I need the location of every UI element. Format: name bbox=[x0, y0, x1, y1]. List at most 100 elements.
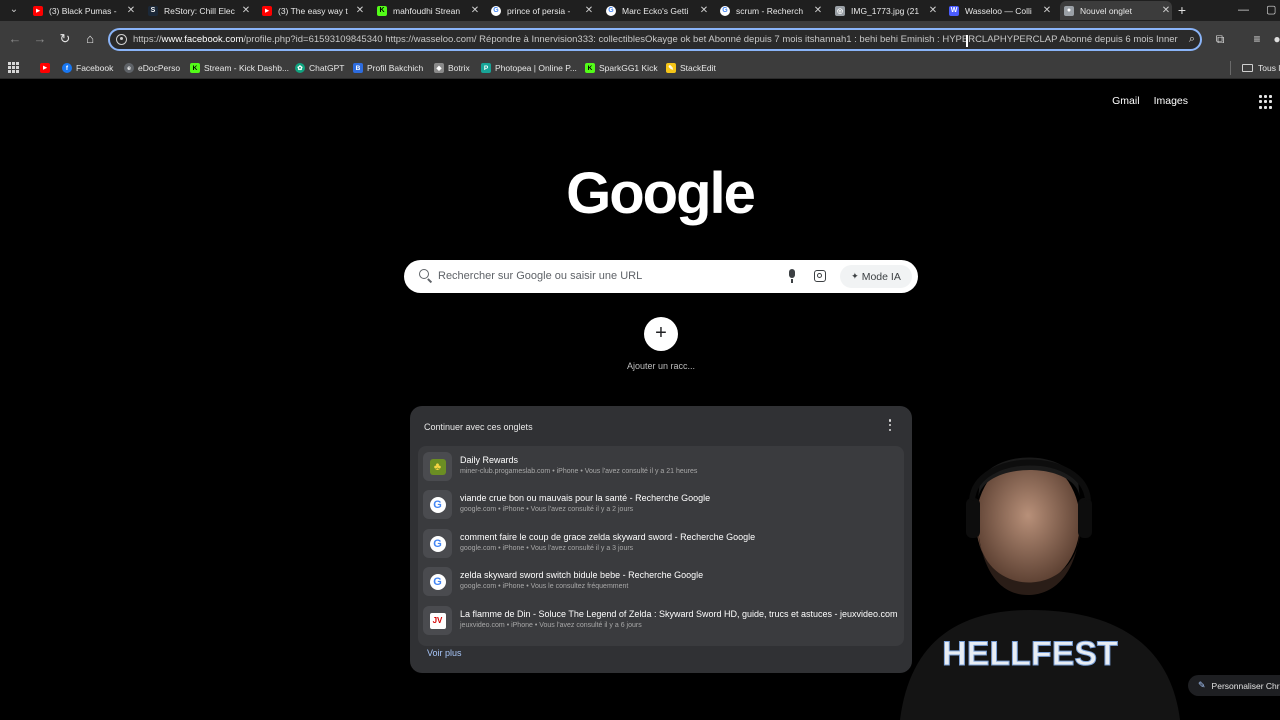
minimize-button[interactable]: — bbox=[1238, 2, 1249, 18]
all-bookmarks-label: Tous les favoris bbox=[1258, 63, 1280, 73]
google-apps-icon[interactable] bbox=[1259, 95, 1273, 109]
close-tab-icon[interactable]: ✕ bbox=[240, 5, 252, 16]
youtube-icon: ▶ bbox=[262, 5, 272, 16]
tab-0[interactable]: ▶ (3) Black Pumas - ✕ bbox=[33, 1, 137, 20]
tab-5[interactable]: G Marc Ecko's Getti ✕ bbox=[606, 1, 710, 20]
bookmark-0[interactable]: ▶ bbox=[40, 60, 54, 76]
bookmarks-separator bbox=[1230, 61, 1231, 75]
bookmark-label: Botrix bbox=[448, 63, 470, 73]
profile-avatar[interactable]: ● bbox=[1272, 30, 1280, 48]
close-tab-icon[interactable]: ✕ bbox=[1041, 5, 1053, 16]
site-info-icon[interactable] bbox=[116, 34, 127, 45]
url-rest: /profile.php?id=61593109845340 https://w… bbox=[243, 34, 1178, 45]
tab-8[interactable]: W Wasseloo — Colli ✕ bbox=[949, 1, 1053, 20]
chrome-icon: ● bbox=[1064, 5, 1074, 16]
search-tabs-icon[interactable]: ⌕ bbox=[1189, 33, 1195, 46]
add-shortcut-label[interactable]: Ajouter un racc... bbox=[610, 361, 712, 371]
close-tab-icon[interactable]: ✕ bbox=[927, 5, 939, 16]
continue-tab-title: viande crue bon ou mauvais pour la santé… bbox=[460, 493, 711, 503]
extensions-icon[interactable]: ⧉ bbox=[1211, 30, 1229, 48]
media-controls-icon[interactable]: ≡ bbox=[1248, 30, 1266, 48]
bookmark-label: Photopea | Online P... bbox=[495, 63, 577, 73]
close-tab-icon[interactable]: ✕ bbox=[469, 5, 481, 16]
close-tab-icon[interactable]: ✕ bbox=[125, 5, 137, 16]
tab-title: IMG_1773.jpg (21 bbox=[851, 5, 920, 16]
tab-9[interactable]: ● Nouvel onglet ✕ bbox=[1060, 1, 1172, 20]
home-button[interactable]: ⌂ bbox=[81, 30, 99, 48]
tab-2[interactable]: ▶ (3) The easy way t ✕ bbox=[262, 1, 366, 20]
close-tab-icon[interactable]: ✕ bbox=[583, 5, 595, 16]
tab-4[interactable]: Gprince of persia - ✕ bbox=[491, 1, 595, 20]
customize-chrome-button[interactable]: ✎ Personnaliser Chrome bbox=[1188, 675, 1280, 696]
bookmark-label: eDocPerso bbox=[138, 63, 181, 73]
bookmark-5[interactable]: B Profil Bakchich bbox=[353, 60, 423, 76]
back-button[interactable]: ← bbox=[6, 30, 24, 48]
continue-tab-item[interactable]: Gzelda skyward sword switch bidule bebe … bbox=[418, 562, 904, 600]
address-bar-text[interactable]: https://www.facebook.com/profile.php?id=… bbox=[133, 34, 1178, 46]
bookmark-1[interactable]: f Facebook bbox=[62, 60, 113, 76]
continue-tab-item[interactable]: Gviande crue bon ou mauvais pour la sant… bbox=[418, 485, 904, 523]
tab-strip: ⌄ ▶ (3) Black Pumas - ✕ S ReStory: Chill Ele… bbox=[0, 0, 1280, 21]
continue-tab-item[interactable]: JV La flamme de Din - Soluce The Legend o… bbox=[418, 601, 904, 639]
toolbar: ← → ↻ ⌂ https://www.facebook.com/profile… bbox=[0, 21, 1280, 57]
continue-tab-subtitle: google.com • iPhone • Vous l'avez consul… bbox=[460, 545, 634, 552]
continue-tab-item[interactable]: Gcomment faire le coup de grace zelda sk… bbox=[418, 524, 904, 562]
apps-grid-icon[interactable] bbox=[8, 62, 19, 73]
photopea-icon: P bbox=[481, 63, 491, 73]
kick-icon: K bbox=[190, 63, 200, 73]
tab-7[interactable]: ◎ IMG_1773.jpg (21 ✕ bbox=[835, 1, 939, 20]
bookmark-label: Facebook bbox=[76, 63, 114, 73]
bookmark-7[interactable]: P Photopea | Online P... bbox=[481, 60, 577, 76]
bookmark-6[interactable]: ◆ Botrix bbox=[434, 60, 470, 76]
more-vert-icon[interactable] bbox=[886, 419, 894, 431]
mode-ia-button[interactable]: ✦ Mode IA bbox=[840, 265, 912, 288]
continue-card-title: Continuer avec ces onglets bbox=[424, 422, 533, 432]
bookmark-9[interactable]: ✎ StackEdit bbox=[666, 60, 716, 76]
close-tab-icon[interactable]: ✕ bbox=[812, 5, 824, 16]
search-input[interactable]: Rechercher sur Google ou saisir une URL bbox=[438, 270, 642, 282]
tab-3[interactable]: Kmahfoudhi Strean ✕ bbox=[377, 1, 481, 20]
google-icon: G bbox=[491, 5, 501, 16]
add-shortcut-button[interactable]: + bbox=[644, 317, 678, 351]
voir-plus-link[interactable]: Voir plus bbox=[427, 648, 462, 658]
bookmark-8[interactable]: K SparkGG1 Kick bbox=[585, 60, 658, 76]
continue-tab-item[interactable]: ♣ Daily Rewards miner-club.progameslab.com… bbox=[418, 447, 904, 485]
search-box[interactable]: Rechercher sur Google ou saisir une URL … bbox=[404, 260, 918, 293]
microphone-icon[interactable] bbox=[788, 269, 796, 283]
kick-icon: K bbox=[377, 5, 387, 16]
continue-tab-subtitle: jeuxvideo.com • iPhone • Vous l'avez con… bbox=[460, 622, 642, 629]
tab-search-menu-icon[interactable]: ⌄ bbox=[6, 3, 22, 17]
forward-button[interactable]: → bbox=[31, 30, 49, 48]
maximize-button[interactable]: ▢ bbox=[1266, 2, 1276, 18]
pencil-icon: ✎ bbox=[1198, 680, 1206, 690]
text-cursor bbox=[966, 35, 968, 47]
bookmark-label: Profil Bakchich bbox=[367, 63, 424, 73]
close-tab-icon[interactable]: ✕ bbox=[698, 5, 710, 16]
edocperso-icon: e bbox=[124, 63, 134, 73]
all-bookmarks-folder[interactable]: Tous les favoris bbox=[1242, 60, 1280, 76]
reload-button[interactable]: ↻ bbox=[56, 30, 74, 48]
address-bar[interactable]: https://www.facebook.com/profile.php?id=… bbox=[108, 28, 1202, 51]
webcam-overlay: HELLFEST bbox=[900, 457, 1180, 720]
tab-title: Marc Ecko's Getti bbox=[622, 5, 689, 16]
continue-tab-title: Daily Rewards bbox=[460, 455, 519, 465]
bookmark-3[interactable]: K Stream - Kick Dashb... bbox=[190, 60, 289, 76]
tab-1[interactable]: S ReStory: Chill Elec ✕ bbox=[148, 1, 252, 20]
tab-title: prince of persia - bbox=[507, 5, 571, 16]
continue-tab-subtitle: miner-club.progameslab.com • iPhone • Vo… bbox=[460, 468, 698, 475]
google-icon: G bbox=[720, 5, 730, 16]
tab-6[interactable]: Gscrum - Recherch ✕ bbox=[720, 1, 824, 20]
stackedit-icon: ✎ bbox=[666, 63, 676, 73]
close-tab-icon[interactable]: ✕ bbox=[354, 5, 366, 16]
new-tab-button[interactable]: + bbox=[1175, 2, 1189, 18]
url-scheme: https:// bbox=[133, 34, 162, 45]
url-host: www.facebook.com bbox=[161, 34, 244, 45]
continue-tab-title: zelda skyward sword switch bidule bebe -… bbox=[460, 570, 704, 580]
globe-icon: ◎ bbox=[835, 5, 845, 16]
gmail-link[interactable]: Gmail bbox=[1112, 95, 1139, 107]
close-tab-icon[interactable]: ✕ bbox=[1160, 5, 1172, 16]
images-link[interactable]: Images bbox=[1154, 95, 1188, 107]
bookmark-2[interactable]: e eDocPerso bbox=[124, 60, 180, 76]
bookmark-4[interactable]: ✿ ChatGPT bbox=[295, 60, 344, 76]
google-lens-icon[interactable] bbox=[814, 270, 826, 282]
